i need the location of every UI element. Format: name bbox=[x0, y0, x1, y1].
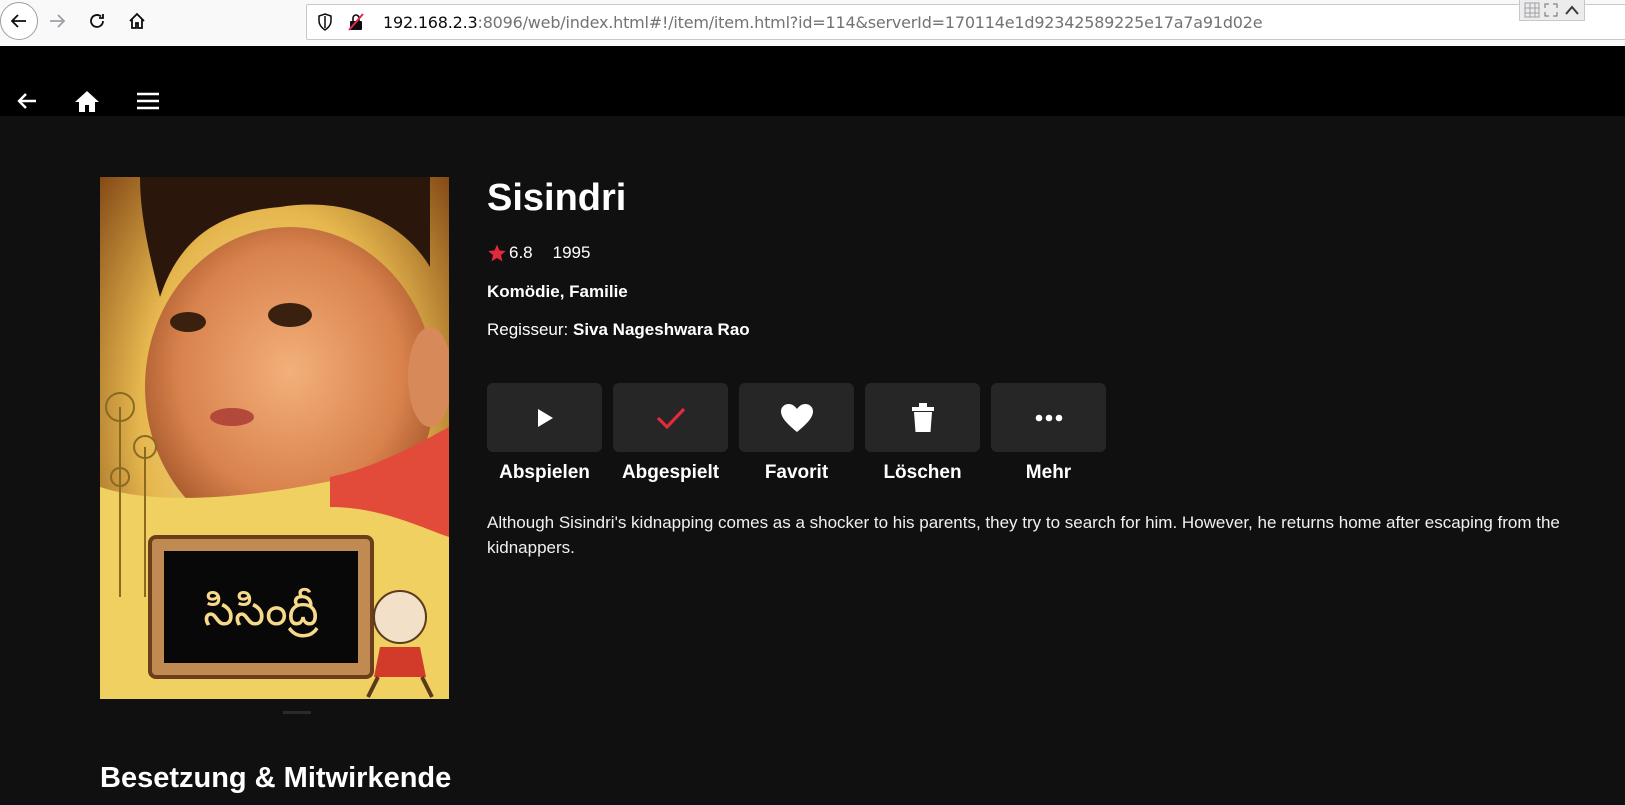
home-outline-icon bbox=[129, 12, 145, 29]
window-controls bbox=[1519, 0, 1585, 21]
more-label: Mehr bbox=[1025, 462, 1072, 483]
delete-button[interactable]: Löschen bbox=[865, 383, 980, 484]
play-button[interactable]: Abspielen bbox=[487, 383, 602, 484]
director-label: Regisseur: bbox=[487, 320, 573, 339]
grid-icon bbox=[1524, 2, 1540, 18]
genres[interactable]: Komödie, Familie bbox=[487, 282, 628, 302]
production-year: 1995 bbox=[552, 243, 591, 262]
play-button-tile[interactable] bbox=[487, 383, 602, 452]
favorite-label: Favorit bbox=[764, 462, 829, 483]
overview-text: Although Sisindri's kidnapping comes as … bbox=[487, 513, 1560, 557]
home-button[interactable] bbox=[68, 86, 106, 116]
expand-icon[interactable] bbox=[1544, 3, 1558, 17]
url-path: :8096/web/index.html#!/item/item.html?id… bbox=[477, 13, 1263, 32]
chevron-up-icon[interactable] bbox=[1564, 3, 1580, 17]
browser-back-button[interactable] bbox=[0, 2, 38, 40]
trash-icon bbox=[911, 402, 934, 432]
back-button[interactable] bbox=[8, 86, 46, 116]
play-label: Abspielen bbox=[499, 462, 590, 483]
reload-icon bbox=[90, 14, 104, 28]
play-icon bbox=[537, 408, 553, 427]
cast-section-heading: Besetzung & Mitwirkende bbox=[100, 762, 452, 794]
star-icon bbox=[488, 244, 506, 262]
played-label: Abgespielt bbox=[621, 462, 720, 483]
browser-forward-button[interactable] bbox=[40, 4, 74, 38]
url-host: 192.168.2.3 bbox=[383, 13, 478, 32]
home-icon bbox=[75, 91, 99, 112]
arrow-left-icon bbox=[17, 93, 36, 109]
delete-label: Löschen bbox=[883, 462, 962, 483]
more-button[interactable]: Mehr bbox=[991, 383, 1106, 484]
more-dots-icon bbox=[1035, 414, 1062, 421]
director: Regisseur: Siva Nageshwara Rao bbox=[487, 320, 750, 340]
poster-artwork: సిసింద్రీ bbox=[100, 177, 449, 699]
insecure-lock-icon bbox=[348, 13, 364, 31]
check-icon bbox=[656, 407, 685, 429]
favorite-button[interactable]: Favorit bbox=[739, 383, 854, 484]
favorite-button-tile[interactable] bbox=[739, 383, 854, 452]
more-button-tile[interactable] bbox=[991, 383, 1106, 452]
shield-icon bbox=[318, 13, 332, 31]
arrow-left-icon bbox=[10, 14, 26, 28]
played-button[interactable]: Abgespielt bbox=[613, 383, 728, 484]
browser-toolbar: 192.168.2.3:8096/web/index.html#!/item/i… bbox=[0, 0, 1625, 47]
menu-button[interactable] bbox=[129, 86, 167, 116]
community-rating: 6.8 bbox=[509, 243, 533, 262]
hamburger-menu-icon bbox=[137, 92, 159, 110]
poster-image[interactable]: సిసింద్రీ bbox=[100, 177, 449, 699]
item-meta: 6.8 1995 bbox=[487, 243, 590, 263]
arrow-right-icon bbox=[50, 14, 66, 28]
played-button-tile[interactable] bbox=[613, 383, 728, 452]
heart-icon bbox=[780, 403, 813, 432]
poster-title-text: సిసింద్రీ bbox=[203, 585, 318, 638]
url-text: 192.168.2.3:8096/web/index.html#!/item/i… bbox=[383, 13, 1263, 32]
item-title: Sisindri bbox=[487, 177, 627, 219]
browser-reload-button[interactable] bbox=[80, 4, 114, 38]
director-name[interactable]: Siva Nageshwara Rao bbox=[573, 320, 750, 339]
poster-scroll-indicator bbox=[283, 711, 311, 714]
app-header bbox=[0, 46, 1625, 116]
browser-home-button[interactable] bbox=[120, 4, 154, 38]
address-bar[interactable]: 192.168.2.3:8096/web/index.html#!/item/i… bbox=[306, 4, 1625, 40]
delete-button-tile[interactable] bbox=[865, 383, 980, 452]
